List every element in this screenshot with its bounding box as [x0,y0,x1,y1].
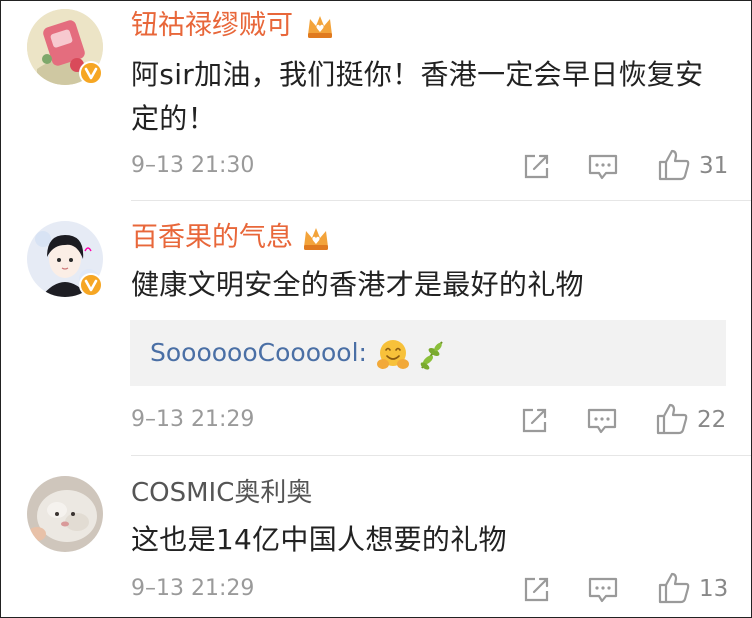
hug-emoji [377,340,409,369]
comment-text: 阿sir加油，我们挺你！香港一定会早日恢复安定的！ [131,58,704,135]
comment-text: 这也是14亿中国人想要的礼物 [131,523,507,556]
comment-icon[interactable] [587,575,619,605]
like-icon[interactable] [657,148,691,182]
olive-branch-emoji [420,341,443,370]
reply-text[interactable]: SooooooCoooool: [150,336,367,370]
comment-time: 9–13 21:30 [131,153,255,178]
share-icon[interactable] [521,152,551,182]
avatar[interactable] [27,476,103,552]
comment-item: COSMIC奥利奥 这也是14亿中国人想要的礼物 9–13 21:29 13 [1,456,751,617]
username[interactable]: 钮祜禄缪贼可 [131,9,293,43]
verified-badge-icon [79,273,103,297]
comment-time: 9–13 21:29 [131,576,255,601]
comment-list: 钮祜禄缪贼可 ♥ 阿sir加油，我们挺你！香港一定会早日恢复安定的！ 9–13 … [0,0,752,618]
comment-item: 钮祜禄缪贼可 ♥ 阿sir加油，我们挺你！香港一定会早日恢复安定的！ 9–13 … [1,1,751,201]
svg-text:♥: ♥ [316,24,325,35]
verified-badge-icon [79,61,103,85]
like-count: 13 [699,576,729,602]
share-icon[interactable] [521,575,551,605]
svg-text:♥: ♥ [312,236,321,247]
username[interactable]: 百香果的气息 [131,221,293,255]
comment-icon[interactable] [587,152,619,182]
share-icon[interactable] [519,406,549,436]
comment-item: 百香果的气息 ♥ 健康文明安全的香港才是最好的礼物 SooooooCoooool… [1,201,751,456]
like-icon[interactable] [657,571,691,605]
vip-crown-icon: ♥ [304,228,328,250]
reply-box[interactable]: SooooooCoooool: [130,320,726,386]
vip-crown-icon: ♥ [308,16,332,38]
comment-text: 健康文明安全的香港才是最好的礼物 [131,268,584,301]
comment-icon[interactable] [586,406,618,436]
comment-time: 9–13 21:29 [131,407,255,432]
like-icon[interactable] [655,402,689,436]
like-count: 22 [697,407,727,433]
username[interactable]: COSMIC奥利奥 [131,476,312,510]
like-count: 31 [699,153,729,179]
